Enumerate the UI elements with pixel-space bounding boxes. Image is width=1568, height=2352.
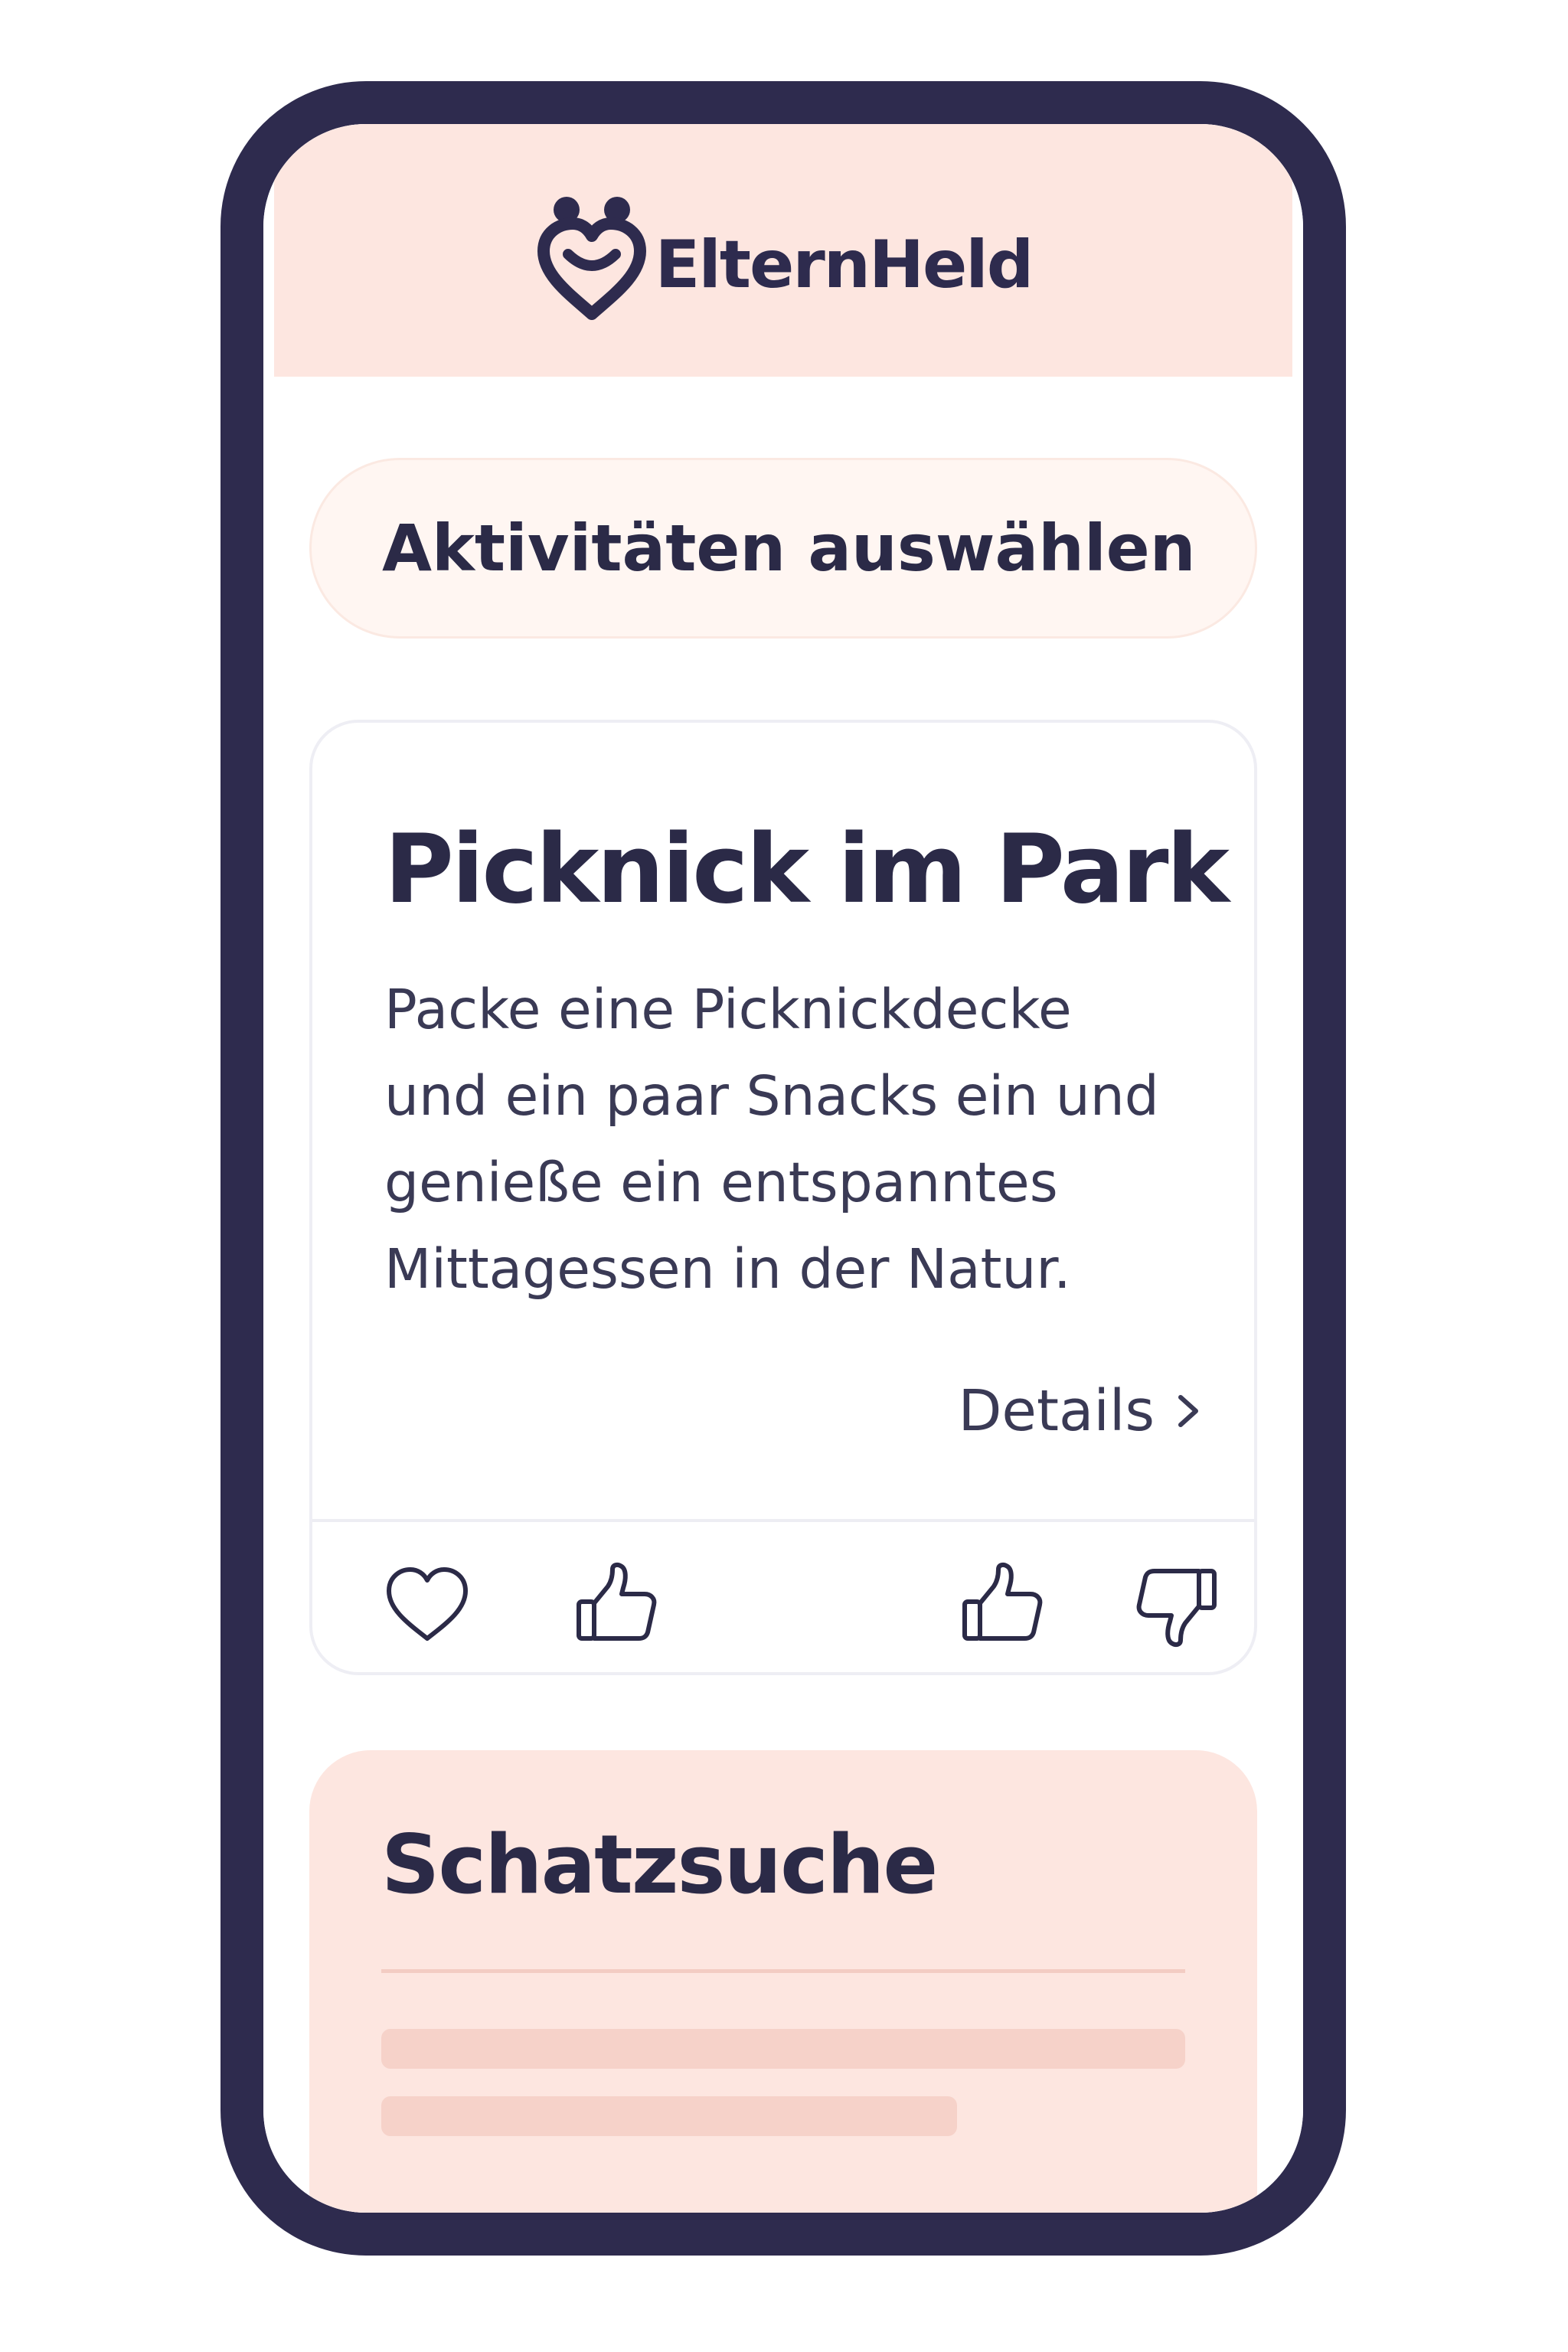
like-button[interactable]	[571, 1559, 663, 1651]
placeholder-line	[381, 2029, 1185, 2069]
placeholder-line	[381, 2096, 957, 2136]
card-divider	[381, 1969, 1185, 1973]
brand[interactable]: ElternHeld	[274, 193, 1292, 323]
dislike-button[interactable]	[1130, 1559, 1222, 1651]
thumbs-up-outline-icon	[577, 1562, 657, 1641]
favorite-button[interactable]	[381, 1559, 473, 1651]
thumbs-down-outline-icon	[1136, 1569, 1217, 1648]
app-screen: ElternHeld Aktivitäten auswählen Picknic…	[263, 124, 1303, 2213]
activity-description: Packe eine Picknickdecke und ein paar Sn…	[384, 978, 1159, 1301]
activity-card: Picknick im Park Packe eine Picknickdeck…	[309, 720, 1257, 1675]
next-activity-title: Schatzsuche	[381, 1818, 938, 1912]
heart-smile-logo-icon	[537, 197, 646, 320]
canvas: ElternHeld Aktivitäten auswählen Picknic…	[0, 0, 1568, 2352]
phone-frame: ElternHeld Aktivitäten auswählen Picknic…	[220, 81, 1346, 2256]
heart-outline-icon	[387, 1567, 468, 1641]
details-label: Details	[958, 1378, 1155, 1444]
activity-title: Picknick im Park	[384, 815, 1230, 925]
details-link[interactable]: Details	[958, 1378, 1204, 1444]
app-name: ElternHeld	[655, 227, 1034, 303]
select-activities-label: Aktivitäten auswählen	[382, 511, 1196, 586]
thumbs-up-outline-icon	[962, 1562, 1043, 1641]
chevron-right-icon	[1178, 1395, 1198, 1427]
select-activities-button[interactable]: Aktivitäten auswählen	[309, 458, 1257, 639]
card-divider	[312, 1519, 1254, 1522]
app-header: ElternHeld	[274, 124, 1292, 377]
upvote-button[interactable]	[957, 1559, 1049, 1651]
next-activity-card[interactable]: Schatzsuche	[309, 1750, 1257, 2213]
